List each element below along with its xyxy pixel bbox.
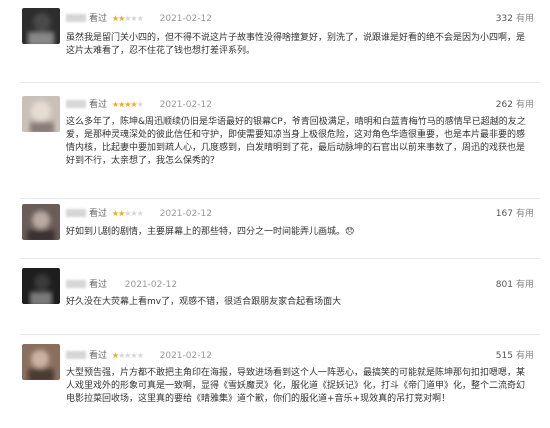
- avatar[interactable]: [22, 268, 60, 304]
- useful-button[interactable]: 有用: [516, 280, 534, 290]
- review-date: 2021-02-12: [159, 14, 212, 24]
- useful-count: 332: [495, 14, 513, 24]
- star-empty-icon: ★: [136, 351, 144, 360]
- avatar-image: [22, 268, 60, 304]
- rating-stars: ★★★★★: [112, 12, 144, 26]
- rating-stars: ★★★★★: [112, 207, 144, 221]
- review-meta: 看过 ★★★★★ 2021-02-12: [66, 98, 212, 112]
- avatar-face: [34, 274, 50, 290]
- watch-status: 看过: [89, 280, 108, 290]
- avatar-face: [31, 350, 49, 368]
- avatar[interactable]: [22, 204, 60, 240]
- avatar[interactable]: [22, 8, 60, 44]
- avatar-image: [22, 344, 60, 380]
- watch-status: 看过: [89, 14, 108, 24]
- useful-votes: 801 有用: [496, 278, 534, 292]
- useful-count: 515: [495, 351, 513, 361]
- review-list: 看过 ★★★★★ 2021-02-12 332 有用 虽然我是留门关小四的，但不得…: [0, 0, 550, 428]
- avatar-image: [22, 8, 60, 44]
- review-comment: 虽然我是留门关小四的，但不得不说这片子故事性没得啥撞复好，别洗了，说跟谁是好看的…: [66, 33, 526, 56]
- review-meta: 看过 ★★★★★ 2021-02-12: [66, 349, 212, 363]
- avatar-face: [32, 211, 50, 229]
- review-comment: 好久没在大荧幕上看mv了，观感不错，很适合跟朋友家合起看场面大: [66, 297, 342, 307]
- watch-status: 看过: [89, 351, 108, 361]
- useful-count: 167: [495, 209, 513, 219]
- review-meta: 看过 2021-02-12: [66, 278, 177, 292]
- star-empty-icon: ★: [136, 14, 144, 23]
- review-date: 2021-02-12: [124, 280, 178, 290]
- avatar-body: [30, 292, 52, 304]
- username[interactable]: [66, 280, 86, 288]
- rating-stars: ★★★★★: [112, 98, 144, 112]
- star-empty-icon: ★: [136, 209, 144, 218]
- avatar-body: [28, 32, 54, 44]
- watch-status: 看过: [89, 100, 108, 110]
- avatar[interactable]: [22, 344, 60, 380]
- useful-count: 801: [495, 280, 513, 290]
- useful-votes: 515 有用: [496, 349, 534, 363]
- review-date: 2021-02-12: [159, 209, 212, 219]
- useful-button[interactable]: 有用: [516, 100, 534, 110]
- avatar-face: [31, 101, 51, 121]
- divider: [20, 198, 540, 199]
- rating-stars: ★★★★★: [112, 349, 144, 363]
- useful-votes: 262 有用: [496, 98, 534, 112]
- avatar[interactable]: [22, 96, 60, 132]
- review-comment: 好如到儿剧的剧情，主要屏幕上的那些特，四分之一时间能弄儿画城。😞: [66, 227, 355, 237]
- divider: [20, 82, 540, 83]
- avatar-body: [27, 230, 55, 240]
- useful-votes: 332 有用: [496, 12, 534, 26]
- avatar-body: [28, 369, 54, 380]
- avatar-body: [30, 122, 54, 132]
- avatar-image: [22, 96, 60, 132]
- username[interactable]: [66, 351, 86, 359]
- review-comment: 大型预告强，片方都不敢把主角印在海报，导致进场看到这个人一阵恶心，最搞笑的可能就…: [66, 368, 526, 404]
- useful-button[interactable]: 有用: [516, 14, 534, 24]
- username[interactable]: [66, 14, 86, 22]
- username[interactable]: [66, 209, 86, 217]
- review-comment: 这么多年了，陈坤&周迅顺续仍旧是华语最好的银幕CP，爷青回极满足，晴明和白蓝青梅…: [66, 117, 526, 166]
- star-empty-icon: ★: [136, 100, 144, 109]
- review-meta: 看过 ★★★★★ 2021-02-12: [66, 207, 212, 221]
- useful-button[interactable]: 有用: [516, 351, 534, 361]
- useful-button[interactable]: 有用: [516, 209, 534, 219]
- review-date: 2021-02-12: [159, 100, 212, 110]
- useful-votes: 167 有用: [496, 207, 534, 221]
- review-date: 2021-02-12: [159, 351, 212, 361]
- avatar-face: [33, 13, 51, 31]
- review-meta: 看过 ★★★★★ 2021-02-12: [66, 12, 212, 26]
- watch-status: 看过: [89, 209, 108, 219]
- avatar-image: [22, 204, 60, 240]
- divider: [20, 258, 540, 259]
- username[interactable]: [66, 100, 86, 108]
- useful-count: 262: [495, 100, 513, 110]
- divider: [20, 334, 540, 335]
